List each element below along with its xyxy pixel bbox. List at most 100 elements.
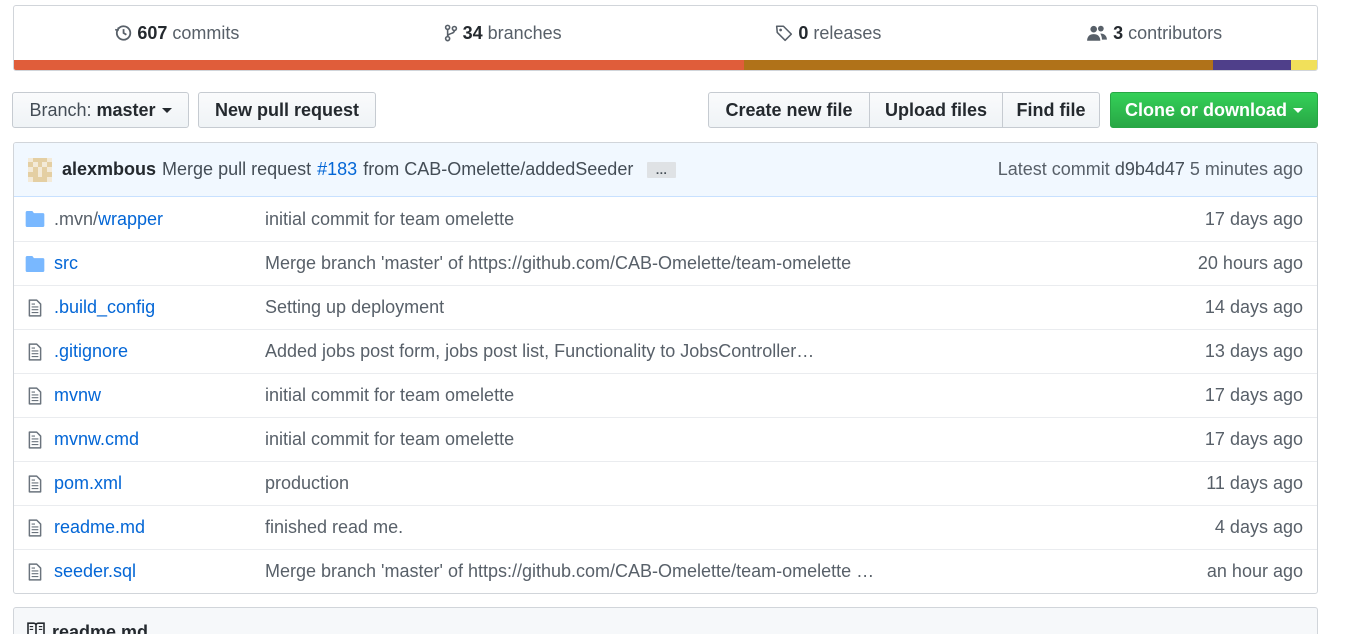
file-name-link[interactable]: readme.md — [54, 517, 265, 538]
create-new-file-button[interactable]: Create new file — [708, 92, 870, 128]
commits-label: commits — [172, 22, 240, 43]
file-table: alexmbous Merge pull request #183 from C… — [13, 142, 1318, 594]
latest-commit-info: Latest commit d9b4d47 5 minutes ago — [998, 159, 1303, 180]
file-icon — [24, 430, 46, 449]
file-commit-age: 17 days ago — [1204, 385, 1303, 405]
file-name-link[interactable]: mvnw — [54, 385, 265, 406]
file-commit-message[interactable]: finished read me. — [265, 517, 1215, 538]
table-row: .build_config Setting up deployment 14 day… — [14, 285, 1317, 329]
file-list: .mvn/wrapper initial commit for team omel… — [14, 197, 1317, 593]
branches-link[interactable]: 34 branches — [340, 23, 666, 44]
avatar[interactable] — [28, 157, 52, 182]
commit-message-suffix[interactable]: from CAB-Omelette/addedSeeder — [363, 159, 633, 180]
avatar-pixel — [47, 177, 52, 182]
language-segment[interactable] — [1212, 60, 1291, 70]
file-name[interactable]: pom.xml — [54, 473, 122, 493]
git-branch-icon — [444, 24, 457, 42]
latest-commit-label: Latest commit — [997, 159, 1110, 179]
language-segment[interactable] — [743, 60, 1213, 70]
contributors-label: contributors — [1128, 22, 1223, 43]
expand-commit-message-button[interactable]: … — [647, 161, 677, 178]
tag-icon — [776, 25, 793, 42]
table-row: .gitignore Added jobs post form, jobs pos… — [14, 329, 1317, 373]
readme-title[interactable]: readme.md — [52, 622, 148, 634]
commits-count: 607 — [137, 22, 168, 43]
file-icon — [24, 298, 46, 317]
file-name[interactable]: seeder.sql — [54, 561, 136, 581]
contributors-link[interactable]: 3 contributors — [991, 23, 1317, 44]
clone-or-download-button[interactable]: Clone or download — [1110, 92, 1318, 128]
book-icon — [27, 622, 45, 634]
file-commit-message[interactable]: initial commit for team omelette — [265, 209, 1205, 230]
file-commit-age: an hour ago — [1206, 561, 1303, 581]
latest-commit-bar: alexmbous Merge pull request #183 from C… — [14, 143, 1317, 197]
file-name-link[interactable]: .build_config — [54, 297, 265, 318]
file-commit-message[interactable]: production — [265, 473, 1206, 494]
file-name[interactable]: mvnw.cmd — [54, 429, 139, 449]
file-commit-message[interactable]: Added jobs post form, jobs post list, Fu… — [265, 341, 1205, 362]
file-commit-message[interactable]: Setting up deployment — [265, 297, 1205, 318]
contributors-count: 3 — [1113, 22, 1124, 43]
folder-icon — [24, 255, 46, 272]
file-icon — [24, 562, 46, 581]
file-name-link[interactable]: src — [54, 253, 265, 274]
readme-header: readme.md — [13, 607, 1318, 634]
file-name[interactable]: wrapper — [98, 209, 163, 229]
clone-or-download-label: Clone or download — [1125, 99, 1287, 120]
branches-count: 34 — [462, 22, 483, 43]
file-path-prefix[interactable]: .mvn/ — [54, 209, 98, 229]
file-commit-message[interactable]: Merge branch 'master' of https://github.… — [265, 253, 1198, 274]
file-commit-age: 17 days ago — [1204, 429, 1303, 449]
branch-select-button[interactable]: Branch: master — [12, 92, 189, 128]
releases-link[interactable]: 0 releases — [666, 23, 992, 44]
file-commit-message[interactable]: Merge branch 'master' of https://github.… — [265, 561, 1207, 582]
file-commit-age: 13 days ago — [1204, 341, 1303, 361]
language-bar[interactable] — [14, 60, 1317, 70]
numbers-summary: 607 commits 34 branches 0 releases 3 con… — [14, 6, 1317, 60]
file-name[interactable]: .gitignore — [54, 341, 128, 361]
file-icon — [24, 518, 46, 537]
file-commit-age: 4 days ago — [1214, 517, 1303, 537]
file-name[interactable]: readme.md — [54, 517, 145, 537]
language-segment[interactable] — [1290, 60, 1317, 70]
commits-link[interactable]: 607 commits — [14, 23, 340, 44]
file-commit-message[interactable]: initial commit for team omelette — [265, 429, 1205, 450]
file-commit-age: 14 days ago — [1204, 297, 1303, 317]
commit-age: 5 minutes ago — [1189, 159, 1303, 179]
file-actions-group: Create new file Upload files Find file — [708, 92, 1100, 128]
repo-summary: 607 commits 34 branches 0 releases 3 con… — [13, 5, 1318, 71]
file-name[interactable]: src — [54, 253, 78, 273]
branches-label: branches — [487, 22, 562, 43]
file-name-link[interactable]: .gitignore — [54, 341, 265, 362]
pull-request-link[interactable]: #183 — [317, 159, 357, 180]
chevron-down-icon — [1293, 107, 1303, 113]
table-row: mvnw initial commit for team omelette 17 d… — [14, 373, 1317, 417]
table-row: pom.xml production 11 days ago — [14, 461, 1317, 505]
chevron-down-icon — [161, 107, 172, 113]
table-row: .mvn/wrapper initial commit for team omel… — [14, 197, 1317, 241]
file-icon — [24, 386, 46, 405]
table-row: readme.md finished read me. 4 days ago — [14, 505, 1317, 549]
file-commit-age: 20 hours ago — [1197, 253, 1303, 273]
people-icon — [1087, 25, 1107, 41]
commit-message-prefix[interactable]: Merge pull request — [162, 159, 311, 180]
file-name-link[interactable]: .mvn/wrapper — [54, 209, 265, 230]
releases-count: 0 — [798, 22, 809, 43]
file-name-link[interactable]: pom.xml — [54, 473, 265, 494]
table-row: seeder.sql Merge branch 'master' of https… — [14, 549, 1317, 593]
commit-author[interactable]: alexmbous — [62, 159, 156, 180]
file-commit-age: 11 days ago — [1206, 473, 1303, 493]
new-pull-request-button[interactable]: New pull request — [198, 92, 376, 128]
file-name-link[interactable]: mvnw.cmd — [54, 429, 265, 450]
file-commit-message[interactable]: initial commit for team omelette — [265, 385, 1205, 406]
file-name-link[interactable]: seeder.sql — [54, 561, 265, 582]
language-segment[interactable] — [14, 60, 744, 70]
commit-sha-link[interactable]: d9b4d47 — [1115, 159, 1185, 179]
find-file-button[interactable]: Find file — [1002, 92, 1100, 128]
file-icon — [24, 342, 46, 361]
file-name[interactable]: mvnw — [54, 385, 101, 405]
file-name[interactable]: .build_config — [54, 297, 155, 317]
file-commit-age: 17 days ago — [1204, 208, 1303, 229]
history-icon — [115, 25, 132, 41]
upload-files-button[interactable]: Upload files — [869, 92, 1003, 128]
